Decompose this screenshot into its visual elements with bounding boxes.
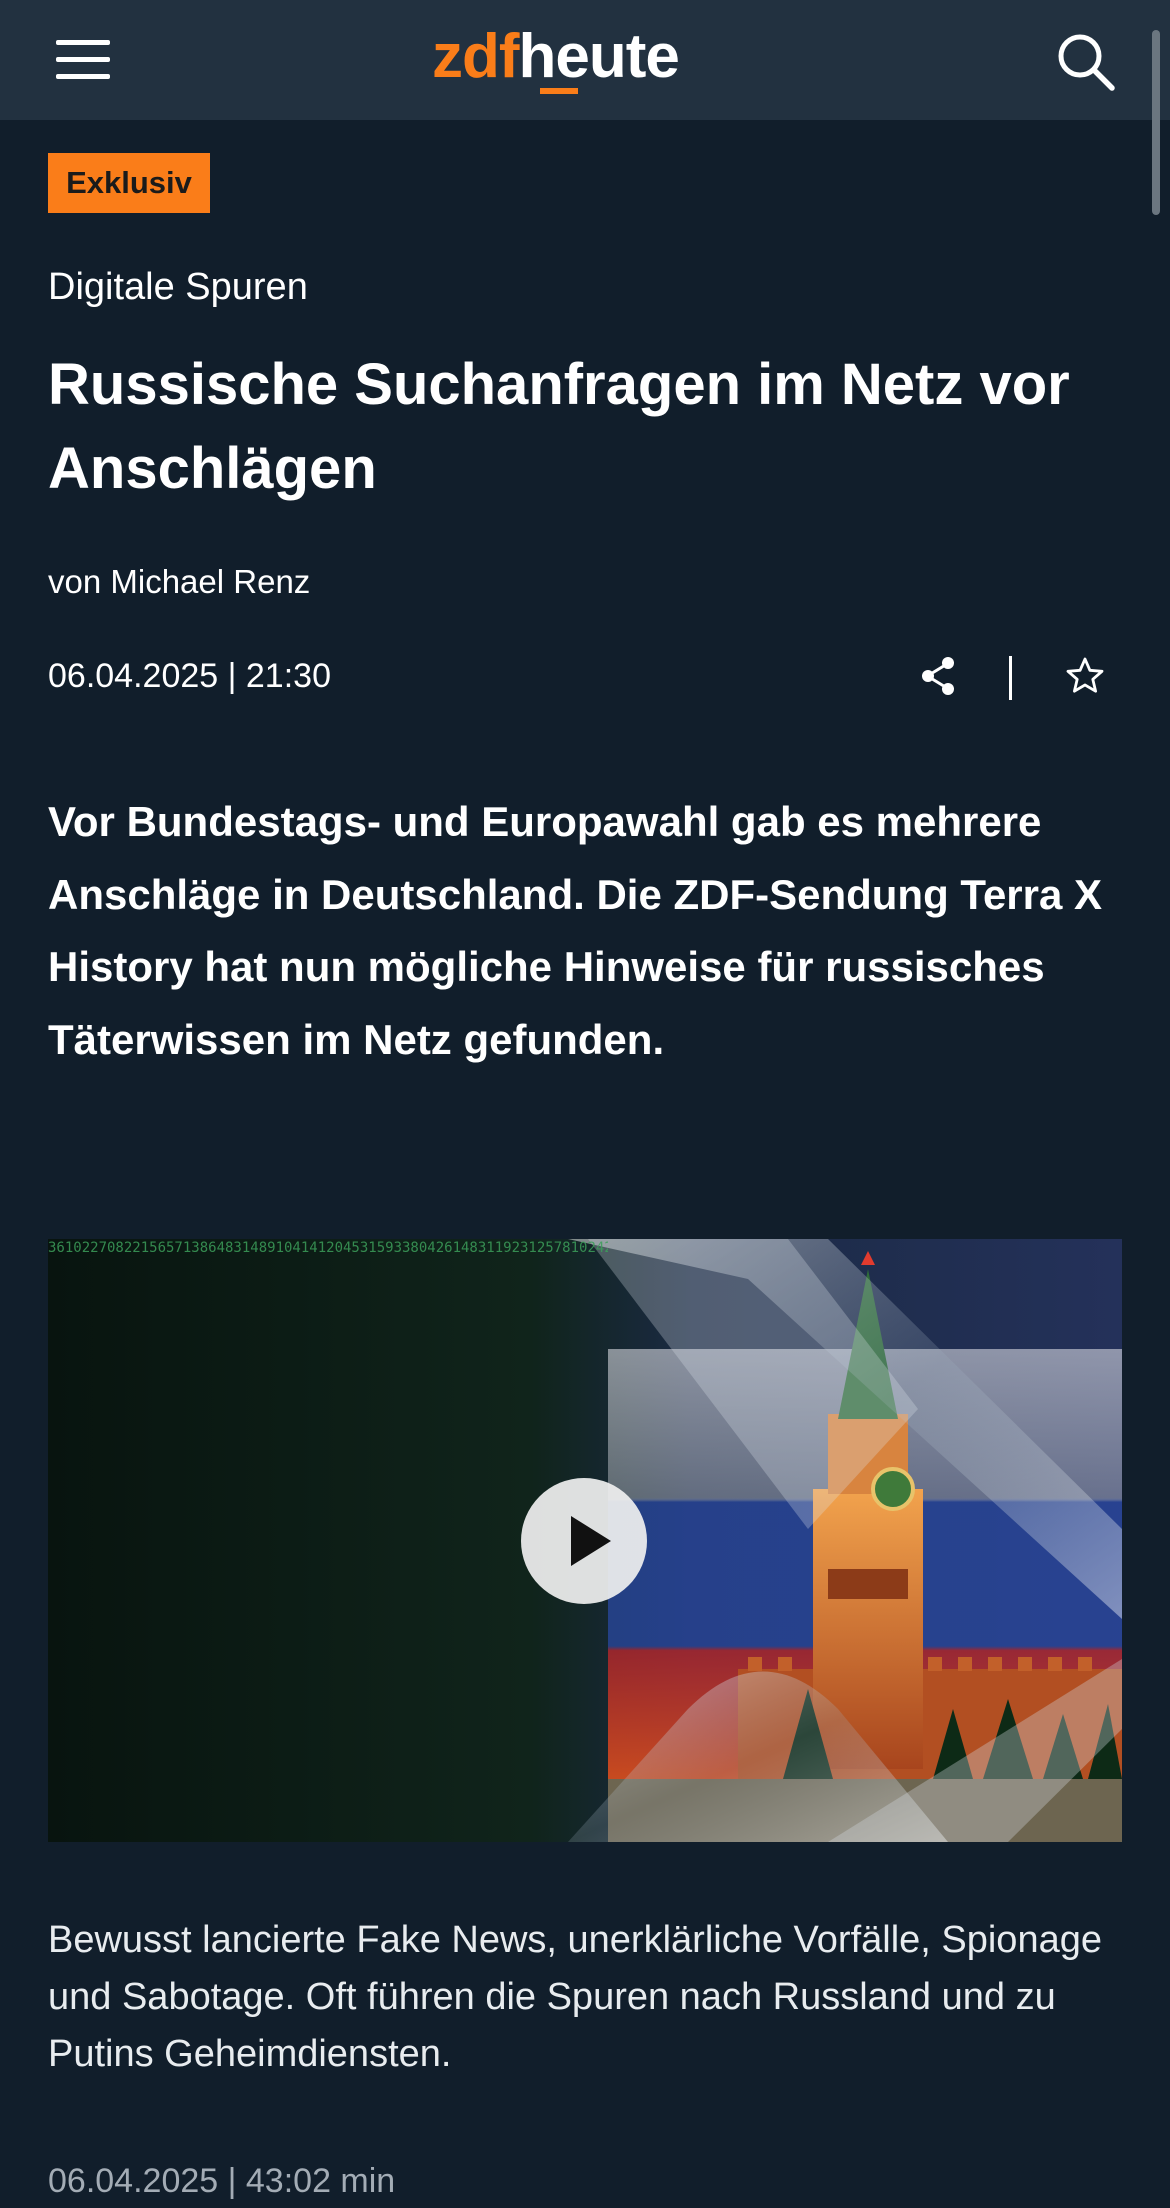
article-headline: Russische Suchanfragen im Netz vor Ansch… <box>48 352 1070 501</box>
article-lead: Vor Bundestags- und Europawahl gab es me… <box>48 798 1103 1063</box>
zdfheute-logo[interactable]: zdfheute <box>432 12 680 102</box>
hamburger-menu-icon[interactable] <box>50 36 118 88</box>
exclusive-badge: Exklusiv <box>48 153 210 213</box>
page-scrollbar[interactable] <box>1152 30 1160 215</box>
logo-zdf-text: zdf <box>432 22 520 91</box>
video-meta: 06.04.2025 | 43:02 min <box>48 2162 396 2200</box>
video-player[interactable]: 3610227082215657138648314891041412045315… <box>48 1239 1122 1842</box>
star-icon[interactable] <box>1063 654 1107 698</box>
logo-heute-text: heute <box>518 22 680 91</box>
action-divider <box>1009 656 1012 700</box>
article-author: von Michael Renz <box>48 563 311 600</box>
share-icon[interactable] <box>918 655 960 697</box>
top-navigation-bar: zdfheute <box>0 0 1170 120</box>
article-kicker: Digitale Spuren <box>48 266 308 308</box>
article-datetime: 06.04.2025 | 21:30 <box>48 657 331 695</box>
play-icon[interactable] <box>521 1478 647 1604</box>
video-caption: Bewusst lancierte Fake News, unerklärlic… <box>48 1919 1102 2075</box>
logo-underline <box>540 88 578 94</box>
search-icon[interactable] <box>1054 30 1118 94</box>
